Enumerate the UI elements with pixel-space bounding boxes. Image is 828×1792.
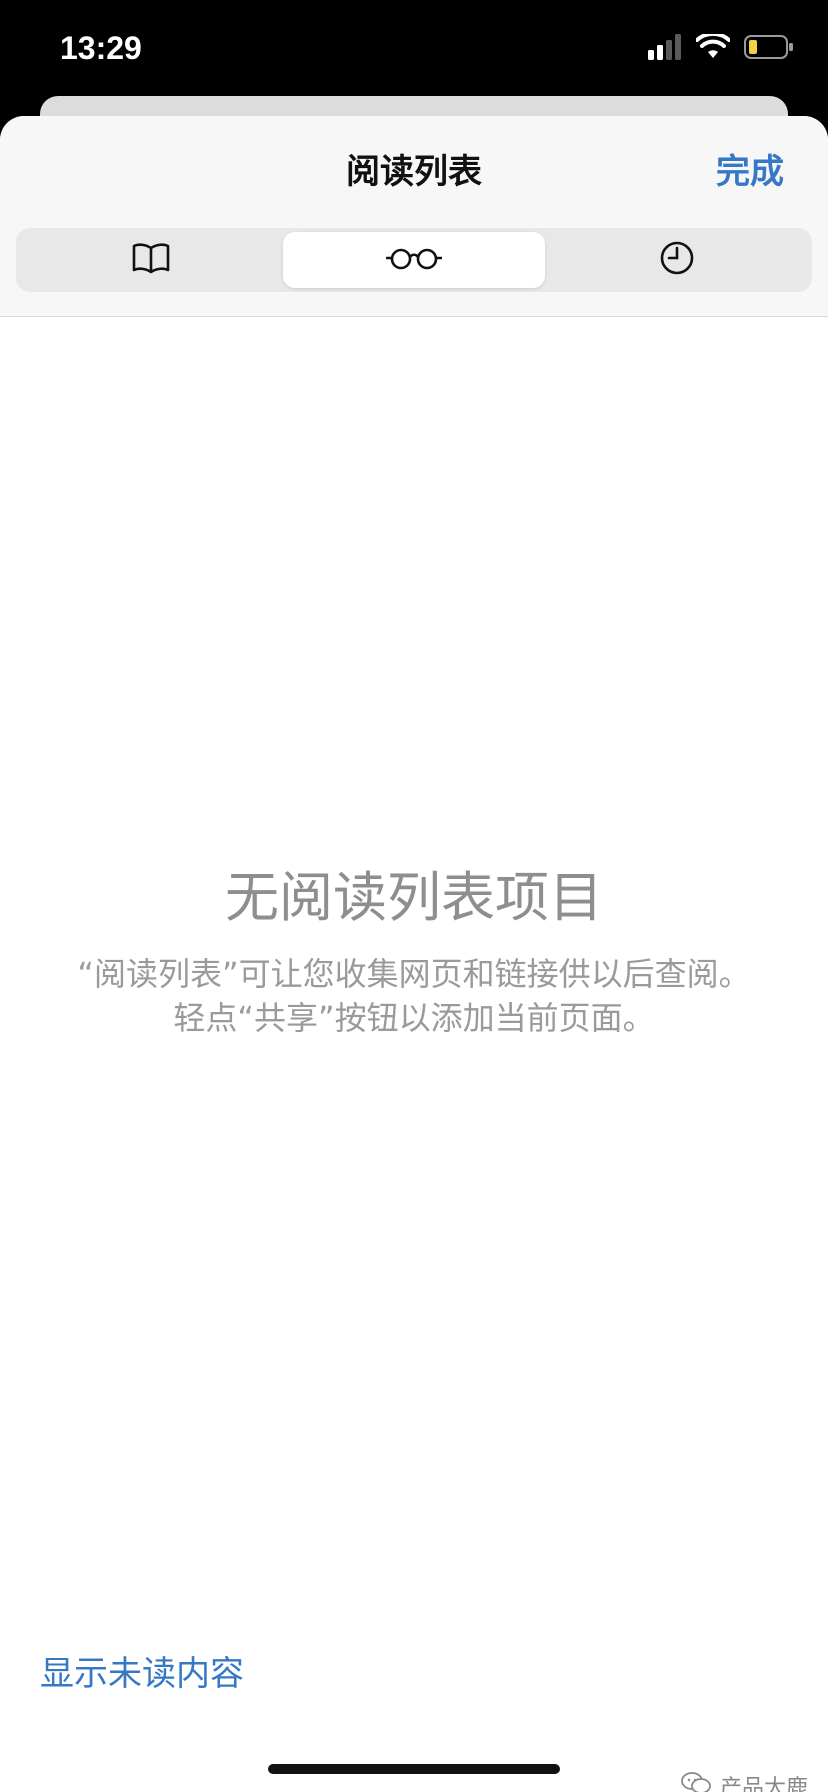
reading-list-sheet: 阅读列表 完成 无阅读列表项目 “阅读列表”可让您收集网页和链接供以后查阅。轻点… xyxy=(0,116,828,1792)
page-title: 阅读列表 xyxy=(346,152,482,192)
segmented-control xyxy=(16,228,812,292)
signal-icon xyxy=(648,34,682,64)
empty-state-description: “阅读列表”可让您收集网页和链接供以后查阅。轻点“共享”按钮以添加当前页面。 xyxy=(77,955,751,1037)
battery-icon xyxy=(744,34,794,64)
tab-history[interactable] xyxy=(545,232,808,288)
wechat-icon xyxy=(680,1771,712,1792)
show-unread-button[interactable]: 显示未读内容 xyxy=(40,1652,244,1696)
sheet-header: 阅读列表 完成 xyxy=(0,116,828,317)
status-icons xyxy=(648,31,794,64)
tab-reading-list[interactable] xyxy=(282,232,546,288)
bookmarks-book-icon xyxy=(131,242,171,278)
reading-list-glasses-icon xyxy=(385,245,443,275)
status-time: 13:29 xyxy=(60,30,142,66)
status-bar: 13:29 xyxy=(0,0,828,100)
wifi-icon xyxy=(695,31,731,64)
tab-bookmarks[interactable] xyxy=(20,232,283,288)
history-clock-icon xyxy=(659,240,695,280)
home-indicator[interactable] xyxy=(268,1764,560,1774)
done-button[interactable]: 完成 xyxy=(716,150,784,194)
watermark-text: 产品大鹿 xyxy=(719,1776,808,1792)
watermark: 产品大鹿 xyxy=(680,1770,808,1792)
empty-state-title: 无阅读列表项目 xyxy=(225,866,603,929)
